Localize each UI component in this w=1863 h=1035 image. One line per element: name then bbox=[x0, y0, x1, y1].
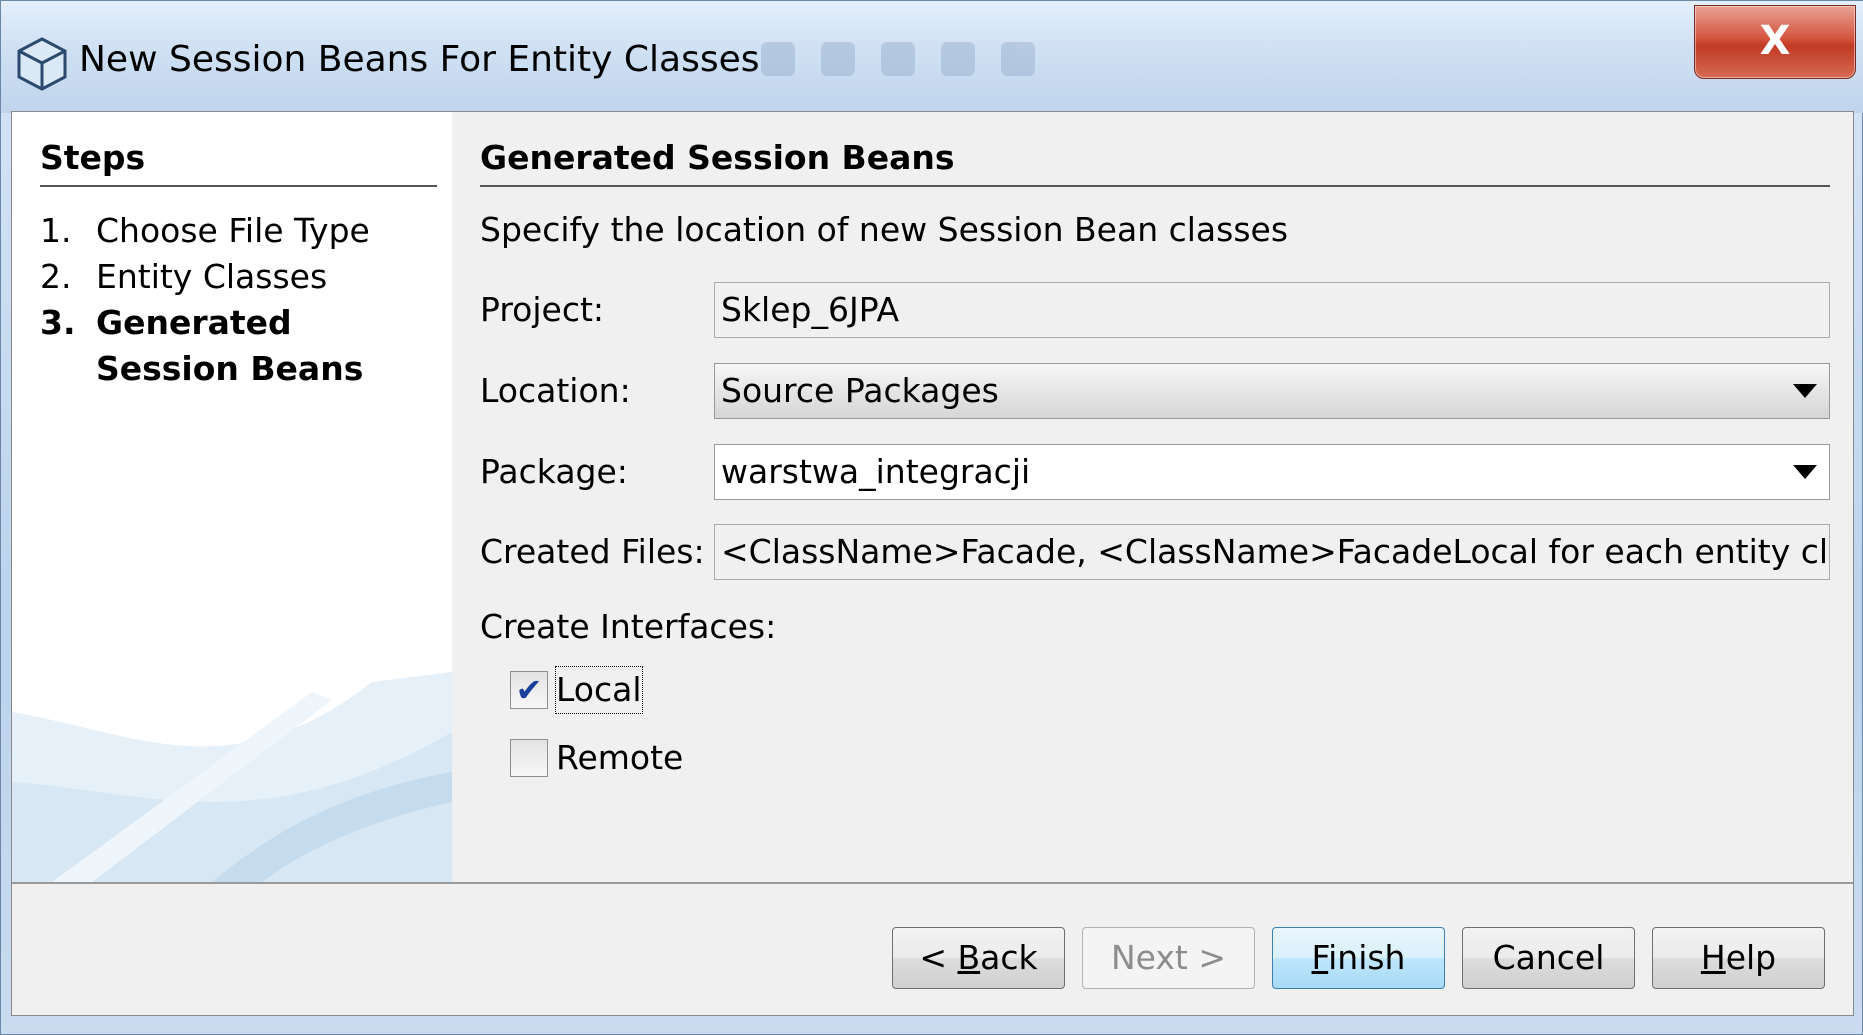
cancel-button[interactable]: Cancel bbox=[1462, 927, 1635, 989]
footer-separator bbox=[12, 882, 1853, 884]
package-value[interactable]: warstwa_integracji bbox=[721, 452, 1030, 491]
project-field: Sklep_6JPA bbox=[714, 282, 1830, 338]
step-item-1: 1. Choose File Type bbox=[40, 208, 396, 254]
step-number: 1. bbox=[40, 211, 72, 250]
local-checkbox-row[interactable]: ✔ Local bbox=[510, 666, 643, 714]
background-toolbar-ghost bbox=[761, 31, 1161, 87]
local-checkbox[interactable]: ✔ bbox=[510, 671, 548, 709]
dialog-client-area: Steps 1. Choose File Type 2. Entity Clas… bbox=[11, 111, 1854, 1016]
dropdown-arrow-icon[interactable] bbox=[1793, 465, 1817, 479]
panel-description: Specify the location of new Session Bean… bbox=[480, 210, 1289, 249]
finish-rest: inish bbox=[1328, 938, 1406, 977]
title-bar[interactable]: New Session Beans For Entity Classes X bbox=[1, 1, 1863, 113]
decorative-swoosh-graphic bbox=[12, 672, 452, 882]
window-title: New Session Beans For Entity Classes bbox=[79, 39, 760, 80]
close-button[interactable]: X bbox=[1694, 5, 1856, 79]
next-button[interactable]: Next > bbox=[1082, 927, 1255, 989]
back-prefix: < bbox=[919, 938, 958, 977]
step-label: Choose File Type bbox=[96, 211, 370, 250]
content-panel: Generated Session Beans Specify the loca… bbox=[452, 112, 1855, 882]
step-label: Entity Classes bbox=[96, 257, 328, 296]
panel-divider bbox=[480, 185, 1830, 187]
finish-mnemonic: F bbox=[1311, 938, 1329, 977]
step-item-2: 2. Entity Classes bbox=[40, 254, 396, 300]
remote-checkbox-row[interactable]: Remote bbox=[510, 735, 683, 781]
steps-list: 1. Choose File Type 2. Entity Classes 3.… bbox=[40, 208, 396, 392]
step-label: Generated Session Beans bbox=[96, 303, 364, 388]
steps-heading: Steps bbox=[40, 138, 146, 177]
panel-heading: Generated Session Beans bbox=[480, 138, 955, 177]
package-label: Package: bbox=[480, 452, 628, 491]
help-rest: elp bbox=[1725, 938, 1777, 977]
steps-panel: Steps 1. Choose File Type 2. Entity Clas… bbox=[12, 112, 452, 882]
back-button[interactable]: < Back bbox=[892, 927, 1065, 989]
local-checkbox-label[interactable]: Local bbox=[555, 666, 643, 714]
help-button[interactable]: Help bbox=[1652, 927, 1825, 989]
cube-icon bbox=[17, 37, 67, 91]
step-number: 2. bbox=[40, 257, 72, 296]
back-rest: ack bbox=[980, 938, 1038, 977]
project-label: Project: bbox=[480, 290, 605, 329]
step-number: 3. bbox=[40, 303, 76, 342]
help-mnemonic: H bbox=[1700, 938, 1726, 977]
dialog-window: New Session Beans For Entity Classes X S… bbox=[0, 0, 1863, 1035]
finish-button[interactable]: Finish bbox=[1272, 927, 1445, 989]
remote-checkbox[interactable] bbox=[510, 739, 548, 777]
created-files-field: <ClassName>Facade, <ClassName>FacadeLoca… bbox=[714, 524, 1830, 580]
back-mnemonic: B bbox=[957, 938, 981, 977]
created-files-label: Created Files: bbox=[480, 532, 705, 571]
dropdown-arrow-icon[interactable] bbox=[1793, 384, 1817, 398]
create-interfaces-label: Create Interfaces: bbox=[480, 607, 777, 646]
step-item-3-current: 3. Generated Session Beans bbox=[40, 300, 396, 392]
checkmark-icon: ✔ bbox=[515, 671, 543, 709]
remote-checkbox-label[interactable]: Remote bbox=[556, 735, 683, 781]
steps-divider bbox=[40, 185, 437, 187]
location-label: Location: bbox=[480, 371, 631, 410]
package-combo[interactable]: warstwa_integracji bbox=[714, 444, 1830, 500]
location-value: Source Packages bbox=[721, 371, 999, 410]
location-select[interactable]: Source Packages bbox=[714, 363, 1830, 419]
